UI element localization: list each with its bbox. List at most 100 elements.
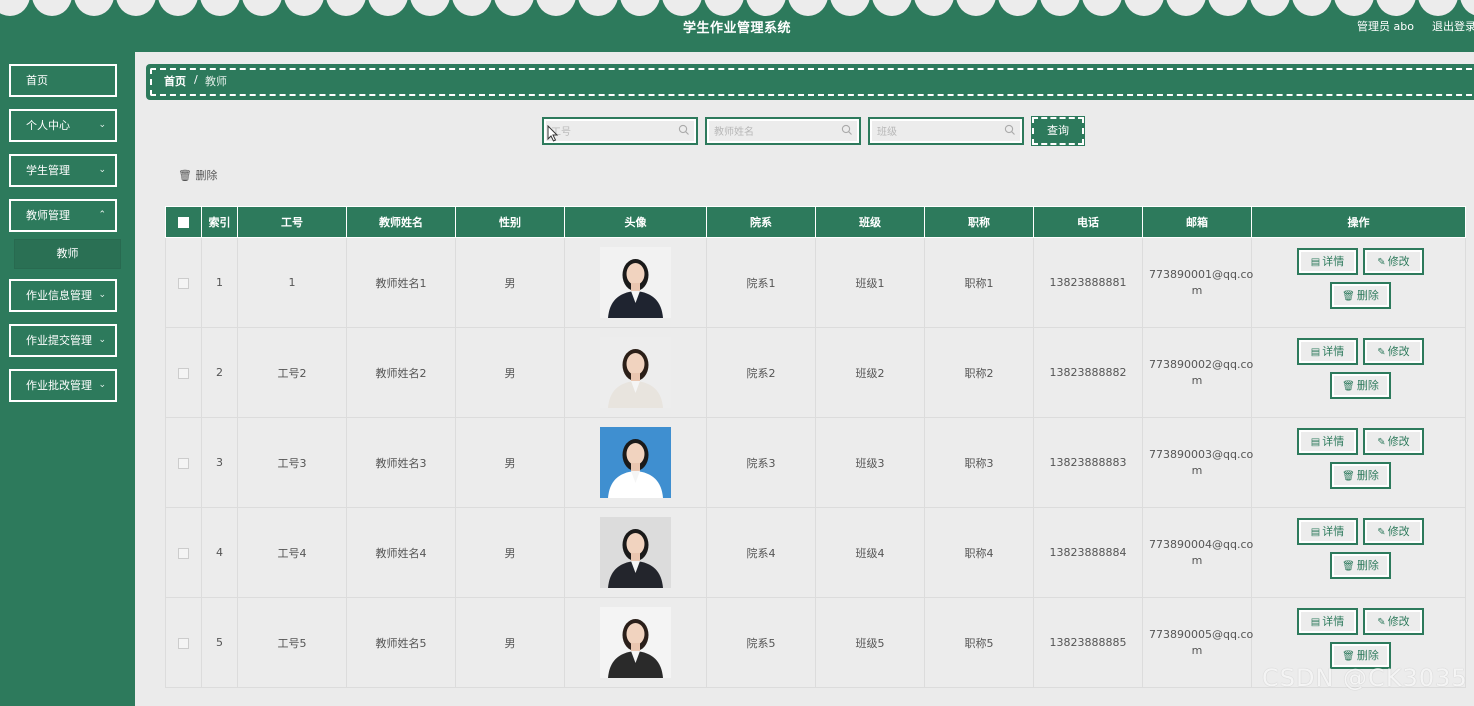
- sidebar-item-personal-center[interactable]: 个人中心 ⌄: [8, 108, 118, 143]
- detail-button[interactable]: ▤ 详情: [1297, 248, 1358, 275]
- select-all-header[interactable]: [165, 206, 202, 238]
- logout-link[interactable]: 退出登录: [1432, 18, 1474, 34]
- detail-button[interactable]: ▤ 详情: [1297, 518, 1358, 545]
- trash-icon: 🗑: [1342, 471, 1355, 482]
- row-select-cell[interactable]: [165, 327, 202, 418]
- row-checkbox[interactable]: [178, 277, 189, 289]
- breadcrumb-current: 教师: [205, 75, 227, 88]
- row-select-cell[interactable]: [165, 507, 202, 598]
- document-icon: ▤: [1310, 257, 1321, 268]
- table-row[interactable]: 4 工号4 教师姓名4 男 院系4 班级4 职称4 13823888884 77389000…: [165, 507, 1466, 598]
- row-checkbox[interactable]: [178, 547, 189, 559]
- row-checkbox[interactable]: [178, 457, 189, 469]
- sidebar-item-label: 教师管理: [26, 209, 70, 222]
- department-cell: 院系1: [706, 237, 816, 328]
- select-all-checkbox[interactable]: [178, 217, 189, 228]
- edit-button[interactable]: ✎ 修改: [1363, 428, 1424, 455]
- column-header: 头像: [564, 206, 707, 238]
- column-header: 性别: [455, 206, 565, 238]
- email-cell: 773890004@qq.co m: [1142, 507, 1253, 598]
- job-number-cell: 1: [237, 237, 347, 328]
- edit-button[interactable]: ✎ 修改: [1363, 608, 1424, 635]
- column-header: 院系: [706, 206, 816, 238]
- column-header: 职称: [924, 206, 1034, 238]
- sidebar-item-homework-grading-management[interactable]: 作业批改管理 ⌄: [8, 368, 118, 403]
- table-row[interactable]: 3 工号3 教师姓名3 男 院系3 班级3 职称3 13823888883 77389000…: [165, 417, 1466, 508]
- breadcrumb-separator: /: [194, 73, 198, 86]
- class-cell: 班级5: [815, 597, 925, 688]
- index-cell: 4: [201, 507, 238, 598]
- teacher-name-cell: 教师姓名5: [346, 597, 456, 688]
- detail-label: 详情: [1322, 615, 1345, 628]
- row-select-cell[interactable]: [165, 417, 202, 508]
- header-scallop-decoration: [0, 0, 1474, 18]
- row-checkbox[interactable]: [178, 637, 189, 649]
- delete-button[interactable]: 🗑 删除: [1330, 462, 1391, 489]
- sidebar-item-home[interactable]: 首页: [8, 63, 118, 98]
- trash-icon: 🗑: [1342, 561, 1355, 572]
- admin-user-label: 管理员 abo: [1357, 20, 1414, 33]
- avatar-cell: [564, 597, 707, 688]
- delete-button[interactable]: 🗑 删除: [1330, 552, 1391, 579]
- title-cell: 职称1: [924, 237, 1034, 328]
- sidebar-subitem-teacher[interactable]: 教师: [14, 239, 121, 269]
- row-select-cell[interactable]: [165, 597, 202, 688]
- teacher-name-cell: 教师姓名4: [346, 507, 456, 598]
- department-cell: 院系4: [706, 507, 816, 598]
- detail-button[interactable]: ▤ 详情: [1297, 338, 1358, 365]
- batch-delete-button[interactable]: 🗑 删除: [178, 167, 217, 183]
- table-row[interactable]: 2 工号2 教师姓名2 男 院系2 班级2 职称2 13823888882 77389000…: [165, 327, 1466, 418]
- sidebar-item-homework-submission-management[interactable]: 作业提交管理 ⌄: [8, 323, 118, 358]
- edit-button[interactable]: ✎ 修改: [1363, 248, 1424, 275]
- delete-button[interactable]: 🗑 删除: [1330, 282, 1391, 309]
- chevron-down-icon: ⌄: [98, 290, 106, 300]
- phone-cell: 13823888882: [1033, 327, 1143, 418]
- class-search-field[interactable]: [868, 117, 1024, 145]
- sidebar-item-label: 学生管理: [26, 164, 70, 177]
- breadcrumb-home-link[interactable]: 首页: [164, 73, 186, 89]
- email-text: 773890001@qq.co: [1149, 267, 1254, 281]
- actions-cell: ▤ 详情 ✎ 修改 🗑 删除: [1251, 417, 1466, 508]
- document-icon: ▤: [1310, 437, 1321, 448]
- teacher-name-search-field[interactable]: [705, 117, 861, 145]
- detail-button[interactable]: ▤ 详情: [1297, 428, 1358, 455]
- edit-button[interactable]: ✎ 修改: [1363, 338, 1424, 365]
- title-cell: 职称2: [924, 327, 1034, 418]
- delete-button[interactable]: 🗑 删除: [1330, 372, 1391, 399]
- sidebar-item-student-management[interactable]: 学生管理 ⌄: [8, 153, 118, 188]
- sidebar-item-teacher-management[interactable]: 教师管理 ⌃: [8, 198, 118, 233]
- sidebar-item-homework-info-management[interactable]: 作业信息管理 ⌄: [8, 278, 118, 313]
- row-select-cell[interactable]: [165, 237, 202, 328]
- chevron-down-icon: ⌄: [98, 380, 106, 390]
- row-checkbox[interactable]: [178, 367, 189, 379]
- breadcrumb-dashed-border: [150, 68, 1474, 96]
- column-header: 班级: [815, 206, 925, 238]
- csdn-watermark: CSDN @CK3035: [1262, 664, 1468, 692]
- phone-cell: 13823888884: [1033, 507, 1143, 598]
- edit-label: 修改: [1387, 255, 1410, 268]
- email-text: 773890003@qq.co: [1149, 447, 1254, 461]
- teacher-name-input[interactable]: [712, 122, 836, 142]
- avatar: [600, 607, 671, 678]
- job-number-cell: 工号3: [237, 417, 347, 508]
- query-button[interactable]: 查询: [1031, 116, 1085, 146]
- delete-label: 删除: [1356, 469, 1379, 482]
- email-cell: 773890002@qq.co m: [1142, 327, 1253, 418]
- detail-label: 详情: [1322, 255, 1345, 268]
- delete-label: 删除: [1356, 559, 1379, 572]
- trash-icon: 🗑: [178, 169, 192, 182]
- email-text: m: [1191, 553, 1203, 567]
- table-row[interactable]: 1 1 教师姓名1 男 院系1 班级1 职称1 13823888881 773890001@…: [165, 237, 1466, 328]
- detail-button[interactable]: ▤ 详情: [1297, 608, 1358, 635]
- column-header: 邮箱: [1142, 206, 1252, 238]
- job-number-input[interactable]: [549, 122, 673, 142]
- class-input[interactable]: [875, 122, 999, 142]
- job-number-search-field[interactable]: [542, 117, 698, 145]
- app-title: 学生作业管理系统: [682, 21, 791, 36]
- edit-button[interactable]: ✎ 修改: [1363, 518, 1424, 545]
- class-cell: 班级2: [815, 327, 925, 418]
- gender-cell: 男: [455, 597, 565, 688]
- email-text: m: [1191, 283, 1203, 297]
- index-cell: 3: [201, 417, 238, 508]
- delete-label: 删除: [1356, 379, 1379, 392]
